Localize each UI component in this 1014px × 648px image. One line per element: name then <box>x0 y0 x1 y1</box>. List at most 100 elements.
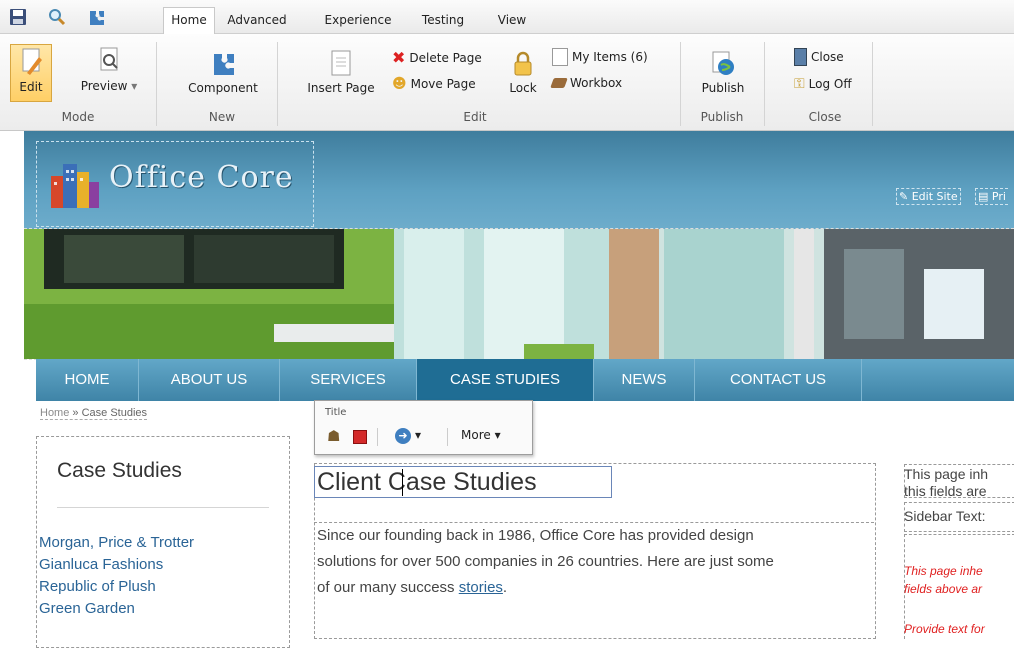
nav-news[interactable]: NEWS <box>594 359 695 401</box>
move-icon: ☻ <box>392 76 407 92</box>
move-page-label: Move Page <box>410 77 476 91</box>
sidebar-text-label: Sidebar Text: <box>904 508 986 524</box>
delete-page-button[interactable]: ✖ Delete Page <box>392 48 482 67</box>
edit-button[interactable]: Edit <box>10 44 52 102</box>
chevron-down-icon: ▾ <box>131 79 138 93</box>
save-icon[interactable] <box>8 7 30 27</box>
component-label: Component <box>188 81 258 95</box>
sidebar-link[interactable]: Morgan, Price & Trotter <box>39 534 194 551</box>
tab-experience[interactable]: Experience <box>318 8 398 33</box>
more-label: More <box>461 428 491 442</box>
nav-about-us[interactable]: ABOUT US <box>139 359 280 401</box>
sidebar-link[interactable]: Green Garden <box>39 600 135 617</box>
workbox-button[interactable]: Workbox <box>550 76 623 90</box>
breadcrumb-current[interactable]: Case Studies <box>82 407 147 419</box>
door-icon <box>794 48 807 66</box>
field-toolbar-title: Title <box>325 407 347 418</box>
sidebar-divider <box>57 507 269 508</box>
component-icon <box>214 54 234 75</box>
logo-text: Office Core <box>109 160 294 195</box>
tab-advanced[interactable]: Advanced <box>227 8 287 33</box>
sidebar-link[interactable]: Gianluca Fashions <box>39 556 163 573</box>
nav-home[interactable]: HOME <box>36 359 139 401</box>
users-icon[interactable]: ☗ <box>327 427 340 445</box>
body-text-field[interactable]: Since our founding back in 1986, Office … <box>317 523 873 601</box>
log-off-button[interactable]: ⚿ Log Off <box>794 76 852 92</box>
banner-image <box>24 228 1014 360</box>
text-cursor <box>402 469 403 496</box>
breadcrumb-home[interactable]: Home <box>40 407 69 419</box>
site-canvas: Office Core ✎ Edit Site ▤ Pri HOME ABOUT… <box>0 131 1014 648</box>
group-label-new: New <box>208 110 236 124</box>
group-divider <box>872 42 873 126</box>
body-text-line: Since our founding back in 1986, Office … <box>317 527 754 544</box>
edit-label: Edit <box>19 80 43 94</box>
body-text-part: . <box>502 579 508 596</box>
globe-icon <box>712 51 734 75</box>
component-button[interactable]: Component <box>183 48 263 100</box>
workbox-label: Workbox <box>570 76 623 90</box>
preview-button[interactable]: Preview ▾ <box>76 44 142 100</box>
edit-site-link[interactable]: ✎ Edit Site <box>896 188 961 205</box>
body-text-line: of our many success stories. <box>317 575 873 601</box>
items-icon <box>552 48 568 66</box>
insert-page-button[interactable]: Insert Page <box>300 48 382 100</box>
page-icon <box>331 50 351 76</box>
ribbon: Home Advanced Experience Testing View Ed… <box>0 0 1014 131</box>
close-label: Close <box>811 50 844 64</box>
breadcrumb-separator: » <box>72 407 79 419</box>
group-label-edit: Edit <box>463 110 487 124</box>
sidebar-heading: Case Studies <box>57 459 182 482</box>
nav-case-studies[interactable]: CASE STUDIES <box>417 359 594 401</box>
chevron-down-icon: ▾ <box>494 428 501 442</box>
preview-icon <box>100 47 118 71</box>
delete-icon: ✖ <box>392 48 406 67</box>
component-icon[interactable] <box>86 7 108 27</box>
delete-page-label: Delete Page <box>409 50 482 65</box>
nav-contact-us[interactable]: CONTACT US <box>695 359 862 401</box>
page-title-part: Case Studies <box>387 468 537 496</box>
my-items-label: My Items (6) <box>572 50 648 64</box>
tab-home[interactable]: Home <box>163 7 215 35</box>
lock-button[interactable]: Lock <box>506 50 540 100</box>
lock-icon <box>514 51 532 76</box>
tab-view[interactable]: View <box>494 8 530 33</box>
toolbar-divider <box>377 428 378 446</box>
right-warning-line: This page inhe <box>904 564 983 578</box>
ribbon-tabbar: Home Advanced Experience Testing View <box>0 0 1014 35</box>
body-text-line: solutions for over 500 companies in 26 c… <box>317 553 774 570</box>
group-label-close: Close <box>808 110 842 124</box>
field-toolbar: Title ☗ ➜ ▾ More ▾ <box>314 400 533 455</box>
navigate-icon[interactable]: ➜ <box>395 428 411 444</box>
right-warning-line: fields above ar <box>904 582 983 596</box>
logo[interactable]: Office Core <box>36 141 314 227</box>
page-title-field[interactable]: Client Case Studies <box>314 466 612 498</box>
my-items-button[interactable]: My Items (6) <box>552 48 648 66</box>
search-icon[interactable] <box>47 7 69 27</box>
toolbar-divider <box>447 428 448 446</box>
tab-testing[interactable]: Testing <box>418 8 468 33</box>
edit-site-label: Edit Site <box>911 190 958 203</box>
group-divider <box>156 42 157 126</box>
chevron-down-icon[interactable]: ▾ <box>415 428 421 442</box>
publish-button[interactable]: Publish <box>697 50 749 100</box>
more-button[interactable]: More ▾ <box>461 428 501 442</box>
group-divider <box>764 42 765 126</box>
stories-link[interactable]: stories <box>459 579 503 596</box>
nav-services[interactable]: SERVICES <box>280 359 417 401</box>
frame-icon[interactable] <box>353 430 367 444</box>
right-warning-line[interactable]: Provide text for <box>904 622 985 636</box>
key-icon: ⚿ <box>794 76 805 92</box>
sidebar-link[interactable]: Republic of Plush <box>39 578 156 595</box>
publish-label: Publish <box>701 81 745 95</box>
group-divider <box>680 42 681 126</box>
right-info-line: this fields are <box>904 483 987 499</box>
insert-page-label: Insert Page <box>307 81 375 95</box>
workbox-icon <box>550 78 568 88</box>
group-label-mode: Mode <box>61 110 95 124</box>
move-page-button[interactable]: ☻ Move Page <box>392 76 476 92</box>
preview-label: Preview <box>80 79 128 93</box>
print-link[interactable]: ▤ Pri <box>975 188 1008 205</box>
print-label: Pri <box>991 190 1006 203</box>
close-button[interactable]: Close <box>794 48 844 66</box>
